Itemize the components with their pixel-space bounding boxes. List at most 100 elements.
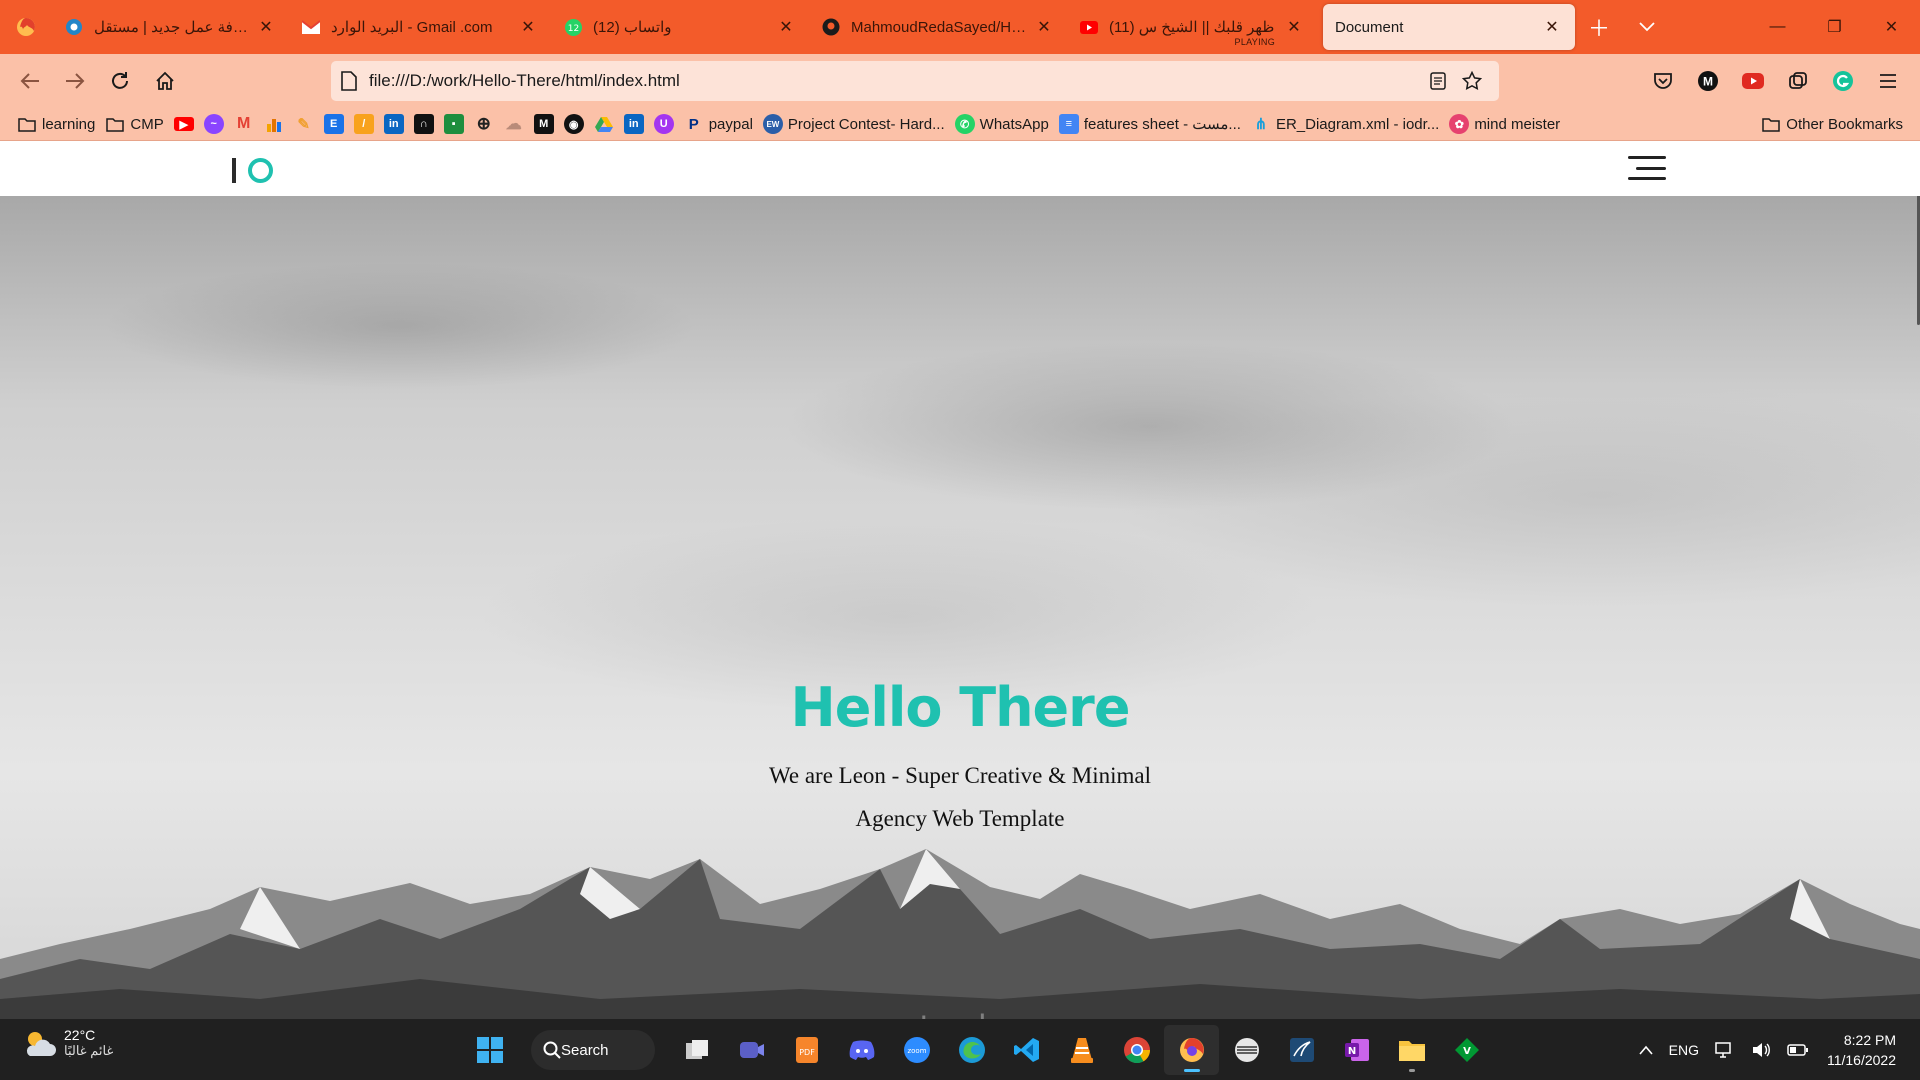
language-indicator[interactable]: ENG (1661, 1042, 1707, 1058)
close-tab-icon[interactable]: ✕ (1033, 16, 1055, 38)
bookmark-udemy[interactable]: U (649, 110, 679, 138)
site-logo[interactable] (232, 155, 273, 185)
taskbar-vim[interactable]: V (1439, 1025, 1494, 1075)
reload-button[interactable] (98, 61, 142, 101)
store-icon: ∩ (413, 114, 434, 134)
list-all-tabs-button[interactable] (1623, 0, 1671, 54)
network-button[interactable] (1707, 1041, 1743, 1059)
volume-button[interactable] (1743, 1041, 1779, 1059)
bookmark-medium[interactable]: M (529, 110, 559, 138)
bookmark-project-contest[interactable]: EW Project Contest- Hard... (758, 110, 950, 138)
bookmark-youtube[interactable]: ▶ (169, 110, 199, 138)
tab-strip: إضافة عمل جديد | مستقل ✕ البريد الوارد -… (0, 0, 1920, 54)
pocket-button[interactable] (1640, 61, 1685, 101)
tab-document[interactable]: Document ✕ (1323, 4, 1575, 50)
close-tab-icon[interactable]: ✕ (255, 16, 277, 38)
taskbar-chrome[interactable] (1109, 1025, 1164, 1075)
taskbar-discord[interactable] (834, 1025, 889, 1075)
bookmark-star-button[interactable] (1455, 64, 1489, 98)
chevron-up-icon (1639, 1045, 1653, 1055)
reader-view-button[interactable] (1421, 64, 1455, 98)
bookmark-label: learning (42, 115, 96, 133)
bookmark-classroom[interactable]: ▪ (439, 110, 469, 138)
taskbar-vscode[interactable] (999, 1025, 1054, 1075)
battery-button[interactable] (1779, 1043, 1817, 1057)
tab-extension-button[interactable] (1775, 61, 1820, 101)
app-menu-button[interactable] (1865, 61, 1910, 101)
bookmark-cloud[interactable]: ☁ (499, 110, 529, 138)
hamburger-menu-button[interactable] (1628, 156, 1666, 180)
close-window-button[interactable]: ✕ (1863, 0, 1920, 54)
search-label: Search (561, 1041, 609, 1059)
task-view-icon (685, 1040, 708, 1059)
tab-whatsapp[interactable]: 12 واتساب (12) ✕ (551, 4, 809, 50)
bookmark-folder-cmp[interactable]: CMP (100, 110, 168, 138)
restore-button[interactable]: ❐ (1806, 0, 1863, 54)
back-button[interactable] (8, 61, 52, 101)
taskbar-app[interactable] (1219, 1025, 1274, 1075)
minimize-button[interactable]: — (1749, 0, 1806, 54)
close-tab-icon[interactable]: ✕ (1283, 16, 1305, 38)
bookmark-linkedin[interactable]: in (379, 110, 409, 138)
close-tab-icon[interactable]: ✕ (517, 16, 539, 38)
show-hidden-icons-button[interactable] (1631, 1045, 1661, 1055)
taskbar-onenote[interactable]: N (1329, 1025, 1384, 1075)
taskbar-mysql-workbench[interactable] (1274, 1025, 1329, 1075)
grammarly-button[interactable] (1820, 61, 1865, 101)
home-button[interactable] (143, 61, 187, 101)
bookmark-whatsapp[interactable]: ✆ WhatsApp (950, 110, 1054, 138)
bookmark-e[interactable]: E (319, 110, 349, 138)
bookmark-drive[interactable] (589, 110, 619, 138)
bookmark-image[interactable]: / (349, 110, 379, 138)
bookmark-analytics[interactable] (259, 110, 289, 138)
taskbar-zoom[interactable]: zoom (889, 1025, 944, 1075)
bookmark-folder-learning[interactable]: learning (12, 110, 100, 138)
site-header (0, 141, 1920, 196)
start-button[interactable] (462, 1025, 517, 1075)
url-text[interactable]: file:///D:/work/Hello-There/html/index.h… (369, 71, 1421, 91)
account-button[interactable]: M (1685, 61, 1730, 101)
bookmark-linkedin-2[interactable]: in (619, 110, 649, 138)
window-controls: — ❐ ✕ (1749, 0, 1920, 54)
taskbar-pdf[interactable]: PDF (779, 1025, 834, 1075)
youtube-extension-button[interactable] (1730, 61, 1775, 101)
close-tab-icon[interactable]: ✕ (775, 16, 797, 38)
pdf-icon: PDF (795, 1037, 818, 1063)
taskbar-files[interactable] (1384, 1025, 1439, 1075)
bookmark-github[interactable]: ◉ (559, 110, 589, 138)
taskbar-vlc[interactable] (1054, 1025, 1109, 1075)
plus-icon: ＋ (1587, 16, 1610, 41)
clock[interactable]: 8:22 PM 11/16/2022 (1817, 1030, 1920, 1070)
forward-button[interactable] (53, 61, 97, 101)
weather-widget[interactable]: 22°C غائم غالبًا (22, 1027, 113, 1059)
bookmark-globe[interactable]: ⊕ (469, 110, 499, 138)
windows-icon (476, 1037, 503, 1063)
taskbar-firefox[interactable] (1164, 1025, 1219, 1075)
tab-mostaql[interactable]: إضافة عمل جديد | مستقل ✕ (52, 4, 289, 50)
bookmark-mind-meister[interactable]: ✿ mind meister (1444, 110, 1565, 138)
tab-gmail[interactable]: البريد الوارد - Gmail .com ✕ (289, 4, 551, 50)
close-tab-icon[interactable]: ✕ (1541, 16, 1563, 38)
bookmark-er-diagram[interactable]: ⋔ ER_Diagram.xml - iodr... (1246, 110, 1444, 138)
taskbar-edge[interactable] (944, 1025, 999, 1075)
bookmark-item[interactable]: ✎ (289, 110, 319, 138)
new-tab-button[interactable]: ＋ (1575, 0, 1623, 54)
drive-icon (594, 114, 614, 134)
weather-description: غائم غالبًا (64, 1043, 114, 1058)
firefox-view-button[interactable] (0, 0, 52, 54)
hero-title: Hello There (790, 676, 1131, 739)
bookmark-paypal[interactable]: P paypal (679, 110, 758, 138)
tab-youtube[interactable]: (11) ظهر قلبك || الشيخ س PLAYING ✕ (1067, 4, 1317, 50)
bookmark-features-sheet[interactable]: ≡ features sheet - مست... (1054, 110, 1246, 138)
taskbar-task-view[interactable] (669, 1025, 724, 1075)
weather-temperature: 22°C (64, 1027, 96, 1043)
bookmark-gmail[interactable]: M (229, 110, 259, 138)
bookmark-messenger[interactable]: ~ (199, 110, 229, 138)
taskbar-search[interactable]: Search (531, 1030, 655, 1070)
address-bar[interactable]: file:///D:/work/Hello-There/html/index.h… (331, 61, 1499, 101)
other-bookmarks-folder[interactable]: Other Bookmarks (1756, 110, 1908, 138)
bookmark-store[interactable]: ∩ (409, 110, 439, 138)
taskbar-apps: Search PDF zoom N V (462, 1025, 1494, 1075)
tab-github[interactable]: MahmoudRedaSayed/Hello ✕ (809, 4, 1067, 50)
taskbar-teams[interactable] (724, 1025, 779, 1075)
